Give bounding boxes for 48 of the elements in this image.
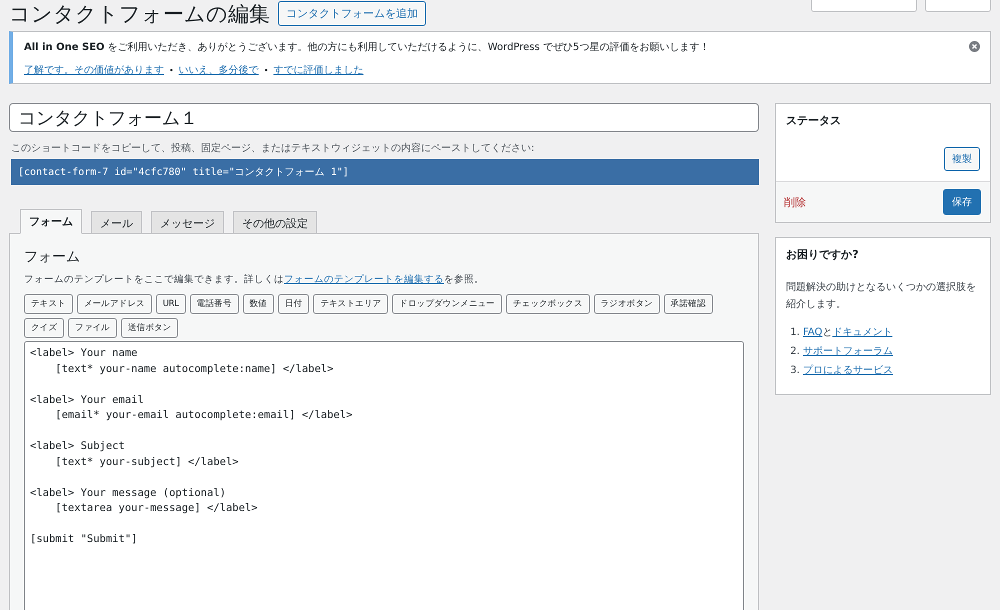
list-number: 3. [790,365,800,376]
help-text: 問題解決の助けとなるいくつかの選択肢を紹介します。 [786,280,978,312]
box-title: お困りですか? [785,247,860,263]
tag-generator-button[interactable]: テキストエリア [313,294,388,314]
tag-generator-button[interactable]: ラジオボタン [594,294,660,314]
tag-generator-button[interactable]: チェックボックス [506,294,590,314]
delete-link[interactable]: 削除 [784,194,806,210]
help-text: と [822,327,832,338]
tag-generator-button[interactable]: ドロップダウンメニュー [392,294,502,314]
help-link[interactable]: プロによるサービス [802,365,893,376]
template-editor[interactable]: <label> Your name [text* your-name autocomplete:name] </label> <label> Your email [email* your-email autocomplete:email] </label> <label> Subject [text* your-subject] </label> <label> Your message (optional) [textarea your-message] </label> [submit "Submit"] [24,341,744,610]
tag-generator-button[interactable]: 日付 [278,294,310,314]
tag-generator-button[interactable]: クイズ [24,318,64,338]
panel-description: フォームのテンプレートをここで編集できます。詳しくは フォームのテンプレートを編集する を参照。 [24,273,485,286]
help-link[interactable]: FAQ [802,327,822,338]
help-link[interactable]: ドキュメント [832,327,892,338]
list-number: 2. [790,346,800,357]
save-button[interactable]: 保存 [943,189,981,215]
separator-dot: • [264,66,268,74]
list-number: 1. [790,327,800,338]
help-link[interactable]: サポートフォーラム [802,346,893,357]
page-title: コンタクトフォームの編集 [9,0,270,28]
tag-generator-button[interactable]: 承諾確認 [664,294,713,314]
tag-generator-button[interactable]: ファイル [68,318,117,338]
tab[interactable]: フォーム [20,209,82,234]
tag-generator-button[interactable]: テキスト [24,294,73,314]
template-link[interactable]: フォームのテンプレートを編集する [284,274,444,285]
tag-generator-button[interactable]: メールアドレス [76,294,152,314]
notice-link[interactable]: いいえ、多分後で [178,63,259,77]
add-form-button[interactable]: コンタクトフォームを追加 [278,1,426,26]
panel-heading: フォーム [24,248,81,266]
tag-generator-button[interactable]: 数値 [242,294,274,314]
tag-generator-button[interactable]: URL [156,294,186,314]
form-title-field[interactable]: コンタクトフォーム１ [9,103,760,132]
shortcode-hint: このショートコードをコピーして、投稿、固定ページ、またはテキストウィジェットの内容にペーストしてください: [11,142,536,155]
separator-dot: • [169,66,174,74]
notice-message: All in One SEO をご利用いただき、ありがとうございます。他の方にも利用していただけるように、WordPress でぜひ5つ星の評価をお願いします！ [24,40,710,54]
tab[interactable]: メール [91,211,142,234]
duplicate-button[interactable]: 複製 [944,147,980,171]
tag-generator-button[interactable]: 送信ボタン [120,318,178,338]
shortcode-field[interactable]: [contact-form-7 id="4cfc780" title="コンタクトフォーム 1"] [11,159,760,185]
box-title: ステータス [785,113,842,129]
close-icon[interactable] [969,41,980,52]
tab[interactable]: メッセージ [151,211,224,234]
notice-link[interactable]: 了解です。その価値があります [24,63,164,77]
notice-link[interactable]: すでに評価しました [273,63,364,77]
tag-generator-button[interactable]: 電話番号 [190,294,238,314]
tab[interactable]: その他の設定 [233,211,317,234]
